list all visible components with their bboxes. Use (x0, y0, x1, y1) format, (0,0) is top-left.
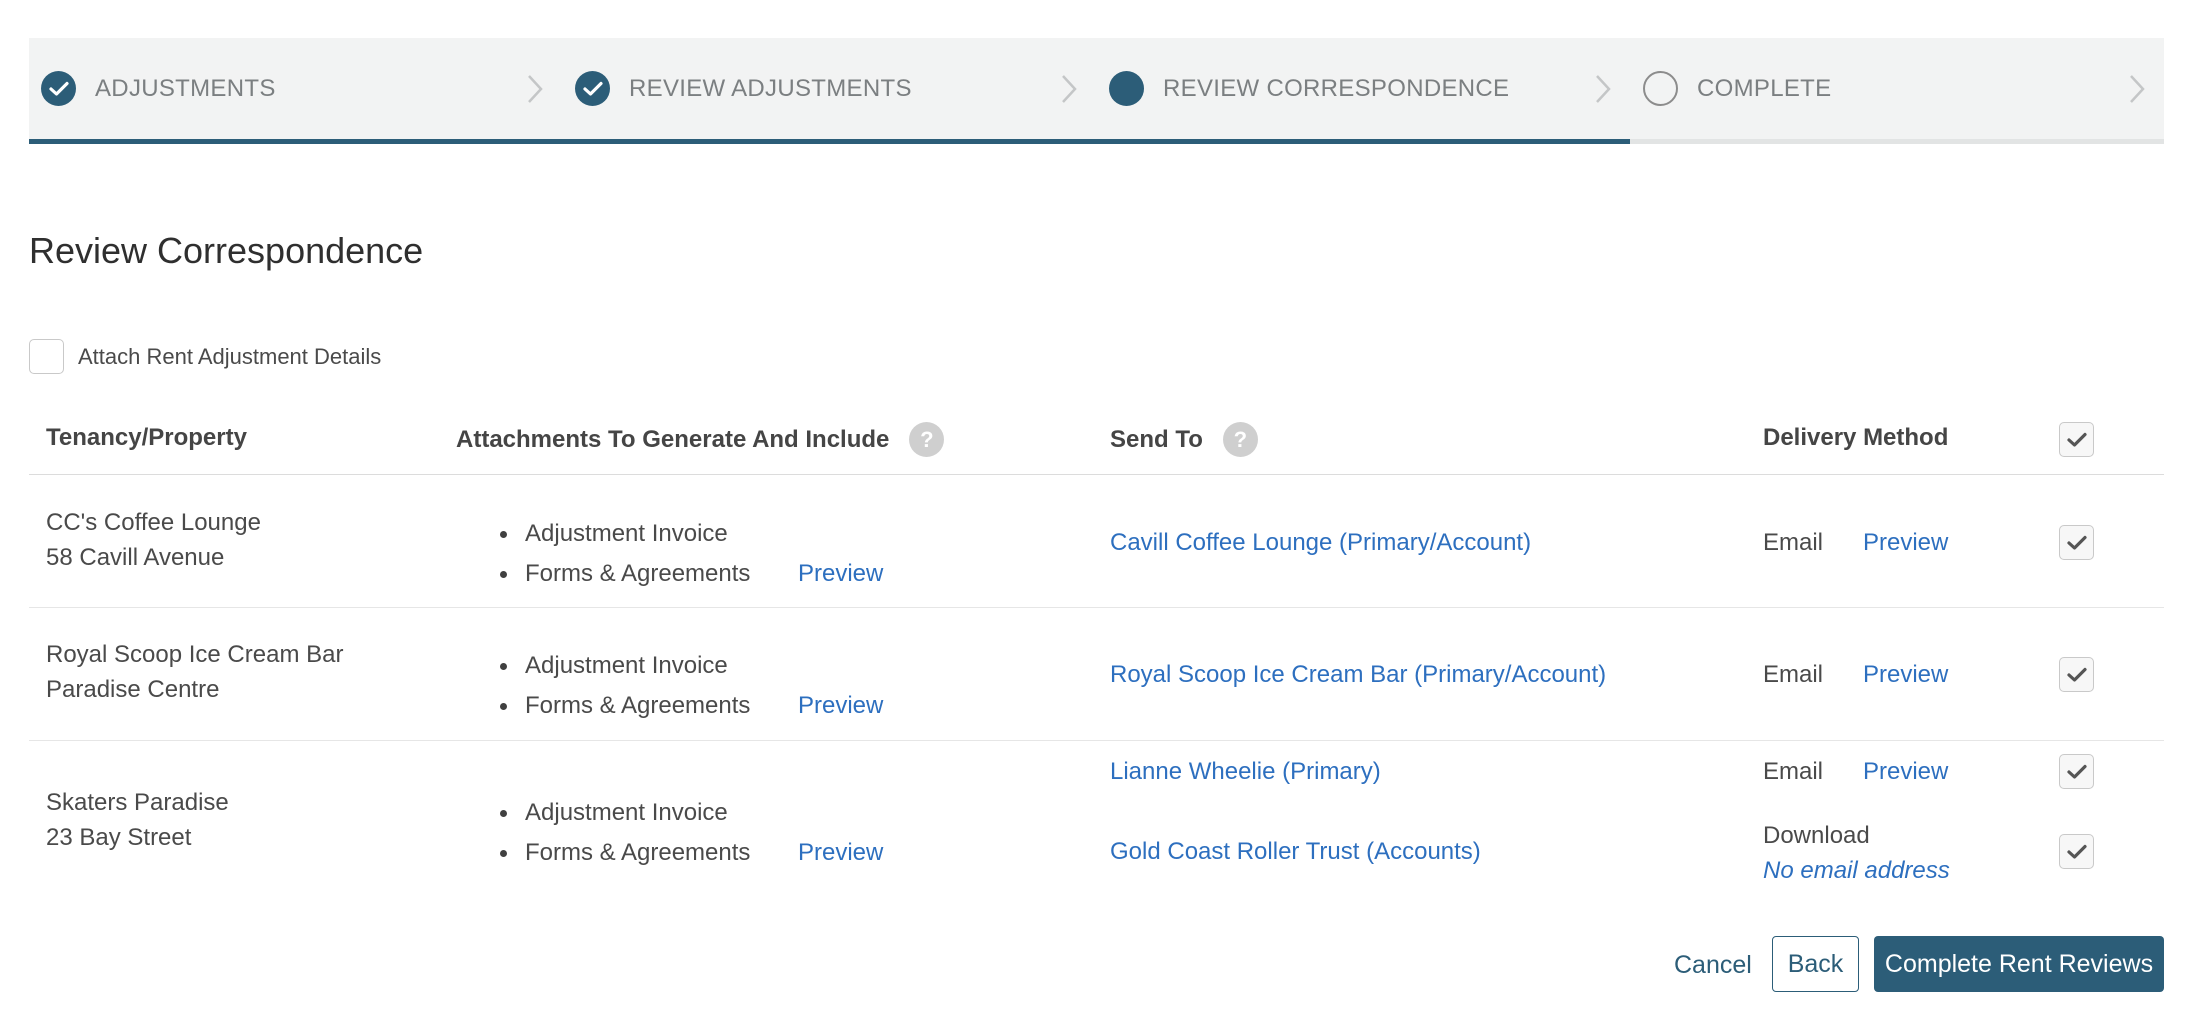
column-header-label: Attachments To Generate And Include (456, 425, 890, 453)
step-label: COMPLETE (1697, 74, 1832, 102)
property-name: Paradise Centre (46, 676, 220, 703)
attachments-preview-link[interactable]: Preview (798, 556, 883, 591)
tenancy-cell: Royal Scoop Ice Cream Bar Paradise Centr… (46, 637, 343, 707)
empty-circle-icon (1643, 71, 1678, 106)
step-label: ADJUSTMENTS (95, 74, 276, 102)
tenancy-name: CC's Coffee Lounge (46, 509, 261, 536)
delivery-preview-link[interactable]: Preview (1863, 657, 1948, 692)
column-header-attachments: Attachments To Generate And Include ? (456, 402, 945, 477)
no-email-note: No email address (1763, 857, 1950, 884)
attach-details-checkbox[interactable] (29, 339, 64, 374)
checkmark-icon (2066, 432, 2087, 447)
checkmark-icon (2066, 535, 2087, 550)
column-header-send-to: Send To ? (1110, 402, 1258, 477)
recipient-link[interactable]: Cavill Coffee Lounge (Primary/Account) (1110, 525, 1531, 560)
recipient-checkbox[interactable] (2059, 657, 2094, 692)
recipient-checkbox[interactable] (2059, 834, 2094, 869)
table-row: Royal Scoop Ice Cream Bar Paradise Centr… (29, 609, 2164, 741)
table-row: Skaters Paradise 23 Bay Street Adjustmen… (29, 742, 2164, 902)
chevron-right-icon (1596, 75, 1611, 103)
tenancy-cell: CC's Coffee Lounge 58 Cavill Avenue (46, 505, 261, 575)
property-name: 58 Cavill Avenue (46, 544, 225, 571)
step-label: REVIEW CORRESPONDENCE (1163, 74, 1510, 102)
progress-stepper: ADJUSTMENTS REVIEW ADJUSTMENTS REVIEW CO… (29, 38, 2164, 144)
check-circle-icon (41, 71, 76, 106)
chevron-right-icon (2130, 75, 2145, 103)
checkmark-icon (2066, 844, 2087, 859)
delivery-method: Email (1763, 758, 1824, 785)
column-header-label: Delivery Method (1763, 423, 1949, 451)
attachments-list: Adjustment Invoice Forms & Agreements (500, 646, 750, 726)
checkmark-icon (2066, 667, 2087, 682)
attachment-item: Adjustment Invoice (500, 646, 750, 686)
check-circle-icon (575, 71, 610, 106)
recipient-checkbox[interactable] (2059, 525, 2094, 560)
step-complete[interactable]: COMPLETE (1631, 38, 2165, 139)
tenancy-cell: Skaters Paradise 23 Bay Street (46, 785, 229, 855)
attachment-item: Adjustment Invoice (500, 793, 750, 833)
delivery-preview-link[interactable]: Preview (1863, 754, 1948, 789)
delivery-preview-link[interactable]: Preview (1863, 525, 1948, 560)
filled-circle-icon (1109, 71, 1144, 106)
attachments-list: Adjustment Invoice Forms & Agreements (500, 793, 750, 873)
table-row: CC's Coffee Lounge 58 Cavill Avenue Adju… (29, 476, 2164, 608)
step-review-adjustments[interactable]: REVIEW ADJUSTMENTS (563, 38, 1097, 139)
step-adjustments[interactable]: ADJUSTMENTS (29, 38, 563, 139)
step-label: REVIEW ADJUSTMENTS (629, 74, 912, 102)
question-icon[interactable]: ? (1222, 422, 1258, 457)
delivery-method: Email (1763, 661, 1824, 688)
attachments-list: Adjustment Invoice Forms & Agreements (500, 514, 750, 594)
chevron-right-icon (528, 75, 543, 103)
checkmark-icon (2066, 764, 2087, 779)
column-header-label: Tenancy/Property (46, 423, 247, 451)
delivery-method: Email (1763, 529, 1824, 556)
select-all-checkbox[interactable] (2059, 422, 2094, 457)
column-header-delivery: Delivery Method (1763, 400, 1948, 475)
attachment-item: Adjustment Invoice (500, 514, 750, 554)
column-header-label: Send To (1110, 425, 1203, 453)
property-name: 23 Bay Street (46, 824, 192, 851)
recipient-link[interactable]: Royal Scoop Ice Cream Bar (Primary/Accou… (1110, 657, 1606, 692)
tenancy-name: Skaters Paradise (46, 789, 229, 816)
back-button[interactable]: Back (1772, 936, 1859, 992)
tenancy-name: Royal Scoop Ice Cream Bar (46, 641, 344, 668)
step-review-correspondence[interactable]: REVIEW CORRESPONDENCE (1097, 38, 1631, 139)
attachments-preview-link[interactable]: Preview (798, 688, 883, 723)
attach-details-label: Attach Rent Adjustment Details (78, 343, 382, 369)
delivery-method: Download (1763, 822, 1870, 849)
recipient-link[interactable]: Lianne Wheelie (Primary) (1110, 754, 1381, 789)
recipient-link[interactable]: Gold Coast Roller Trust (Accounts) (1110, 834, 1481, 869)
attachments-preview-link[interactable]: Preview (798, 835, 883, 870)
stepper-progress-bar (29, 139, 1631, 144)
page-title: Review Correspondence (29, 230, 424, 271)
cancel-button[interactable]: Cancel (1660, 938, 1766, 992)
chevron-right-icon (1062, 75, 1077, 103)
table-header: Tenancy/Property Attachments To Generate… (29, 400, 2164, 475)
recipient-checkbox[interactable] (2059, 754, 2094, 789)
column-header-tenancy: Tenancy/Property (46, 400, 247, 475)
attach-details-option[interactable]: Attach Rent Adjustment Details (29, 339, 381, 374)
attachment-item: Forms & Agreements (500, 554, 750, 594)
attachment-item: Forms & Agreements (500, 833, 750, 873)
question-icon[interactable]: ? (909, 422, 945, 457)
complete-rent-reviews-button[interactable]: Complete Rent Reviews (1874, 936, 2164, 992)
attachment-item: Forms & Agreements (500, 686, 750, 726)
